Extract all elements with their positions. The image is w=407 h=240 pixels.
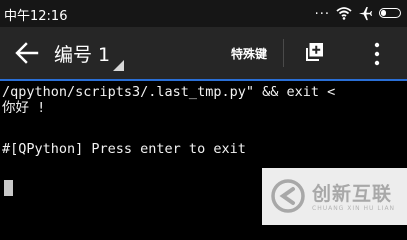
battery-level	[381, 10, 386, 16]
session-dropdown-indicator[interactable]	[113, 60, 124, 71]
status-icons: ...	[315, 4, 401, 22]
back-arrow-icon[interactable]	[14, 41, 40, 65]
watermark: 创新互联 CHUANG XIN HU LIAN	[262, 168, 407, 225]
terminal-cursor	[4, 180, 13, 196]
wifi-icon	[336, 7, 352, 20]
terminal-line: #[QPython] Press enter to exit	[2, 141, 246, 157]
terminal-line: 你好 !	[2, 100, 46, 116]
watermark-subtitle: CHUANG XIN HU LIAN	[312, 205, 396, 212]
special-keys-button[interactable]: 特殊键	[231, 45, 267, 62]
app-bar-accent-line	[0, 79, 407, 81]
more-notifications-dots: ...	[314, 3, 330, 18]
terminal-line: /qpython/scripts3/.last_tmp.py" && exit …	[2, 84, 336, 100]
airplane-icon	[358, 6, 373, 20]
session-title[interactable]: 编号 1	[54, 40, 110, 67]
overflow-menu-icon[interactable]	[374, 42, 380, 66]
status-time: 中午12:16	[4, 9, 68, 24]
watermark-logo	[271, 179, 305, 213]
status-bar: 中午12:16 ...	[0, 0, 407, 27]
app-bar: 编号 1 特殊键	[0, 27, 407, 79]
watermark-name: 创新互联	[312, 183, 393, 205]
add-tab-icon[interactable]	[303, 41, 325, 63]
battery-icon	[379, 8, 401, 18]
toolbar-divider	[283, 39, 284, 67]
